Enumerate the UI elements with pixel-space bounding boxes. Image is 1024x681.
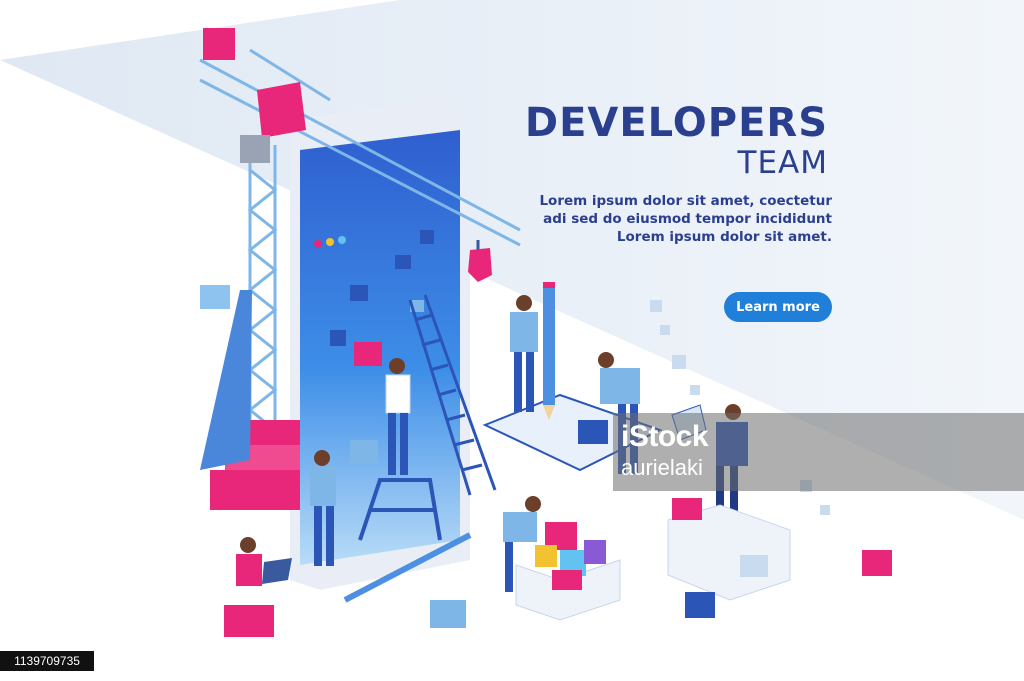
image-id-label: 1139709735: [0, 651, 94, 671]
hero-banner: DEVELOPERS TEAM Lorem ipsum dolor sit am…: [0, 0, 1024, 681]
lorem-line: adi sed do eiusmod tempor incididunt: [543, 211, 832, 227]
isometric-illustration: [0, 0, 1024, 681]
crane-cabin: [257, 82, 306, 138]
lorem-paragraph: Lorem ipsum dolor sit amet, coectetur ad…: [512, 192, 832, 246]
lorem-line: Lorem ipsum dolor sit amet.: [616, 229, 832, 245]
lorem-line: Lorem ipsum dolor sit amet, coectetur: [539, 193, 832, 209]
cube-icon: [685, 592, 715, 618]
cube-icon: [578, 420, 608, 444]
headline-team: TEAM: [737, 145, 828, 181]
headline-developers: DEVELOPERS: [524, 100, 828, 146]
crane-counterweight: [203, 28, 235, 60]
learn-more-button[interactable]: Learn more: [724, 292, 832, 322]
crane-motor: [240, 135, 270, 163]
sharpener-icon: [430, 600, 466, 628]
watermark-credit: aurielaki: [621, 455, 703, 480]
cube-seat: [224, 605, 274, 637]
istock-logo: iStock: [621, 420, 709, 453]
cube-icon: [200, 285, 230, 309]
cube-icon: [862, 550, 892, 576]
cube-icon: [672, 498, 702, 520]
